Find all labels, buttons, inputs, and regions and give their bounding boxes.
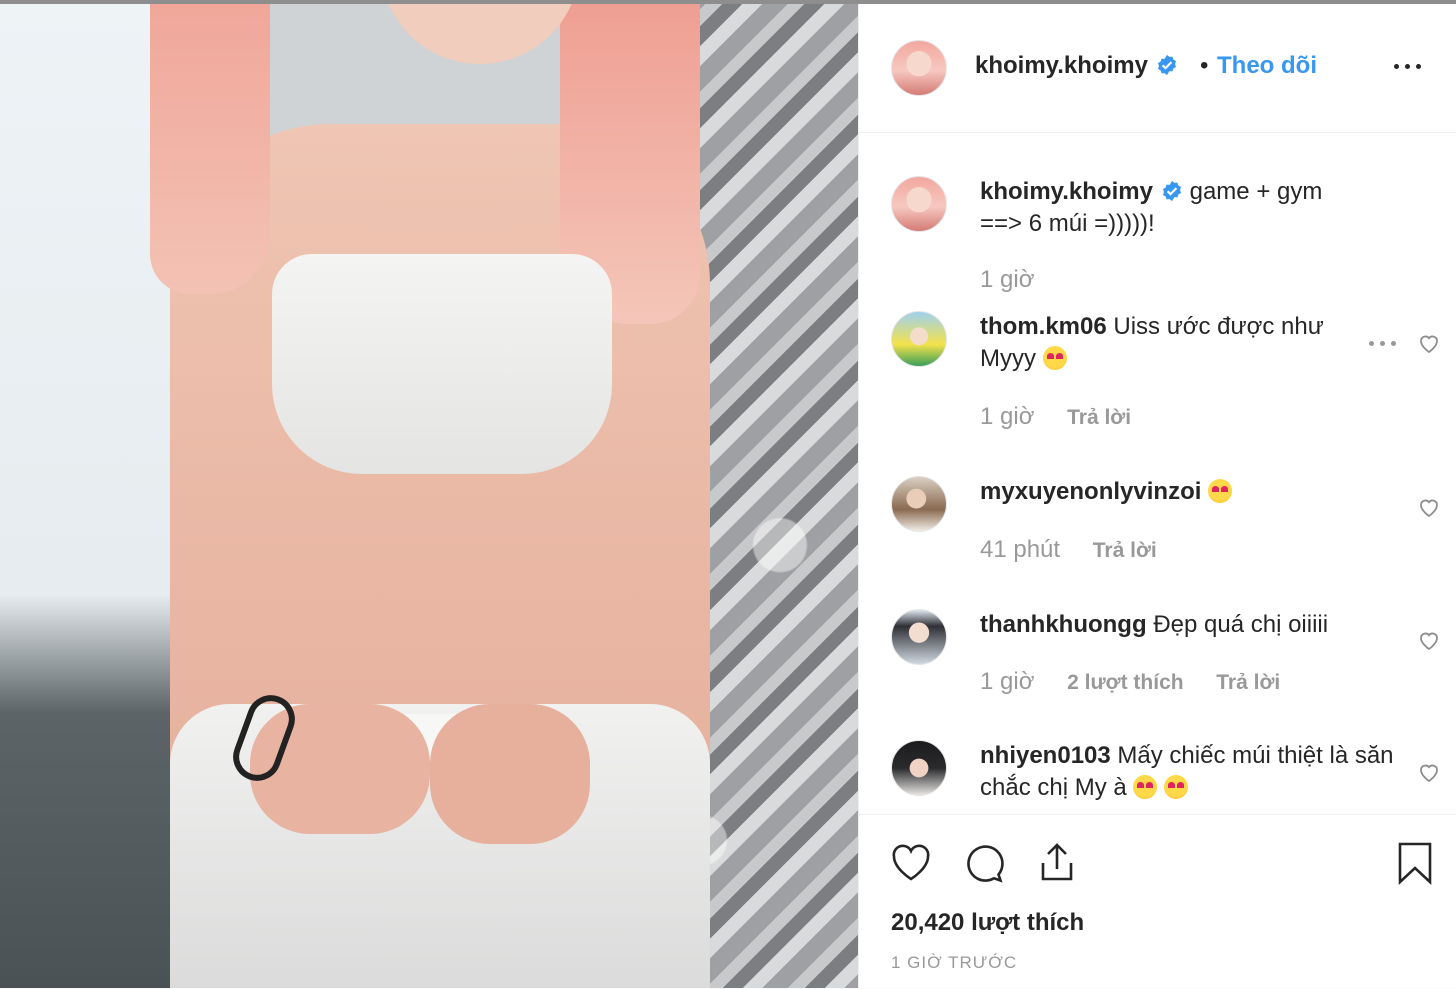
comment-likes-count[interactable]: 2 lượt thích (1067, 671, 1183, 694)
comment-time: 41 phút (980, 536, 1061, 563)
comment-like-heart-icon[interactable] (1417, 495, 1441, 519)
heart-eyes-emoji-icon (1164, 775, 1189, 799)
comment-text: Đẹp quá chị oiiiii (1153, 611, 1329, 638)
author-name-row: khoimy.khoimy (975, 52, 1178, 80)
share-icon[interactable] (1035, 841, 1079, 885)
reply-button[interactable]: Trả lời (1216, 671, 1280, 694)
reply-button[interactable]: Trả lời (1067, 406, 1131, 429)
heart-eyes-emoji-icon (1208, 479, 1233, 503)
heart-icon[interactable] (889, 841, 933, 885)
heart-eyes-emoji-icon (1133, 775, 1158, 799)
comment-text-block: myxuyenonlyvinzoi (980, 476, 1360, 508)
commenter-avatar[interactable] (891, 740, 947, 796)
comments-list[interactable]: khoimy.khoimy game + gym ==> 6 múi =))))… (859, 133, 1456, 813)
comment-meta: 41 phút Trả lời (980, 536, 1183, 564)
commenter-avatar[interactable] (891, 476, 947, 532)
comment-like-heart-icon[interactable] (1417, 628, 1441, 652)
follow-button[interactable]: Theo dõi (1217, 52, 1317, 80)
caption-text-block: khoimy.khoimy game + gym ==> 6 múi =))))… (980, 176, 1360, 240)
caption-username[interactable]: khoimy.khoimy (980, 178, 1153, 205)
photo-face (380, 4, 580, 64)
comment-username[interactable]: thanhkhuongg (980, 611, 1147, 638)
post-side-panel: khoimy.khoimy • Theo dõi khoimy.khoimy g… (858, 4, 1456, 988)
author-username[interactable]: khoimy.khoimy (975, 52, 1148, 79)
comment-meta: 1 giờ 2 lượt thích Trả lời (980, 668, 1306, 696)
comment-like-heart-icon[interactable] (1417, 760, 1441, 784)
bookmark-icon[interactable] (1393, 841, 1437, 885)
photo-hand-right (430, 704, 590, 844)
author-avatar[interactable] (891, 40, 947, 96)
caption-meta: 1 giờ (980, 266, 1060, 294)
reply-button[interactable]: Trả lời (1093, 539, 1157, 562)
comment-time: 1 giờ (980, 403, 1035, 430)
comment-text-block: thom.km06 Uiss ước được như Myyy (980, 311, 1340, 375)
separator-dot: • (1200, 52, 1209, 79)
comment-more-icon[interactable] (1369, 339, 1399, 349)
commenter-avatar[interactable] (891, 311, 947, 367)
comment-meta: 1 giờ Trả lời (980, 403, 1157, 431)
post-actions-bar: 20,420 lượt thích 1 GIỜ TRƯỚC (859, 814, 1456, 989)
comment-username[interactable]: nhiyen0103 (980, 742, 1111, 769)
more-options-icon[interactable] (1393, 54, 1425, 78)
post-timestamp: 1 GIỜ TRƯỚC (891, 953, 1018, 972)
post-likes-count[interactable]: 20,420 lượt thích (891, 909, 1084, 937)
photo-sports-bra (272, 254, 612, 474)
comment-icon[interactable] (962, 841, 1006, 885)
verified-badge-icon (1157, 54, 1176, 76)
photo-hair-left (150, 4, 270, 294)
comment-like-heart-icon[interactable] (1417, 331, 1441, 355)
comment-time: 1 giờ (980, 668, 1035, 695)
verified-badge-icon (1162, 180, 1181, 202)
comment-username[interactable]: thom.km06 (980, 313, 1107, 340)
kiss-emoji-icon (1042, 346, 1067, 370)
commenter-avatar[interactable] (891, 609, 947, 665)
comment-text-block: thanhkhuongg Đẹp quá chị oiiiii (980, 609, 1360, 641)
post-photo[interactable] (0, 4, 858, 988)
comment-username[interactable]: myxuyenonlyvinzoi (980, 478, 1201, 505)
caption-time: 1 giờ (980, 266, 1035, 293)
post-header: khoimy.khoimy • Theo dõi (859, 4, 1456, 133)
caption-avatar[interactable] (891, 176, 947, 232)
comment-text-block: nhiyen0103 Mấy chiếc múi thiệt là săn ch… (980, 740, 1400, 804)
